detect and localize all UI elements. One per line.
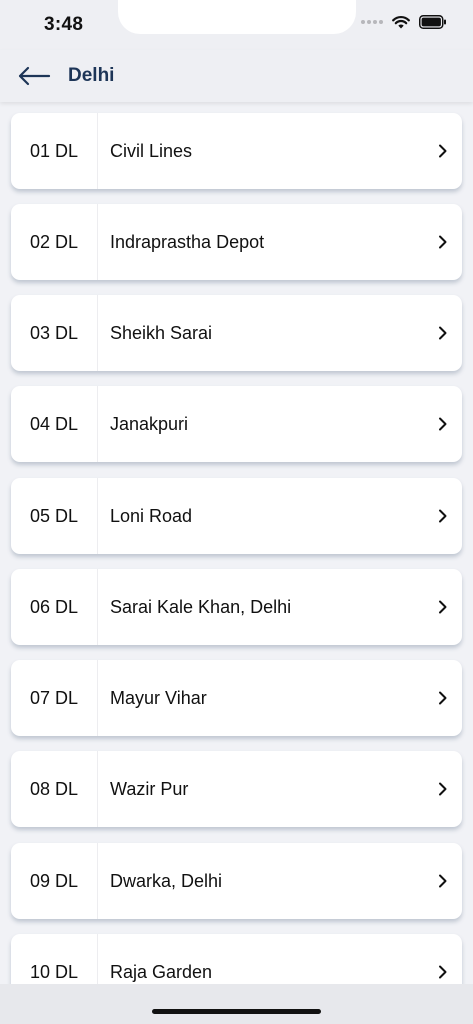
item-code: 01 DL [11,113,98,189]
item-code: 08 DL [11,751,98,827]
list-item[interactable]: 03 DL Sheikh Sarai [11,295,462,371]
chevron-right-icon [439,691,447,705]
chevron-right-icon [439,235,447,249]
wifi-icon [392,16,410,29]
nav-header: Delhi [0,50,473,102]
bottom-safe-area [0,984,473,1024]
item-name: Sheikh Sarai [110,322,213,343]
item-code: 04 DL [11,386,98,462]
chevron-right-icon [439,144,447,158]
item-code: 09 DL [11,843,98,919]
item-code: 07 DL [11,660,98,736]
chevron-right-icon [439,782,447,796]
chevron-right-icon [439,417,447,431]
status-bar: 3:48 [0,0,473,50]
notch [118,0,356,34]
chevron-right-icon [439,509,447,523]
home-indicator[interactable] [152,1009,321,1014]
item-name: Mayur Vihar [110,687,207,708]
item-name: Janakpuri [110,413,189,434]
status-time: 3:48 [44,14,84,35]
list-item[interactable]: 04 DL Janakpuri [11,386,462,462]
item-code: 02 DL [11,204,98,280]
item-name: Indraprastha Depot [110,231,265,252]
item-code: 03 DL [11,295,98,371]
chevron-right-icon [439,326,447,340]
chevron-right-icon [439,600,447,614]
list-item[interactable]: 01 DL Civil Lines [11,113,462,189]
list-item[interactable]: 06 DL Sarai Kale Khan, Delhi [11,569,462,645]
item-name: Loni Road [110,505,193,526]
list-item[interactable]: 02 DL Indraprastha Depot [11,204,462,280]
list-item[interactable]: 10 DL Raja Garden [11,934,462,984]
list-item[interactable]: 07 DL Mayur Vihar [11,660,462,736]
item-name: Wazir Pur [110,778,189,799]
list-item[interactable]: 09 DL Dwarka, Delhi [11,843,462,919]
list-item[interactable]: 08 DL Wazir Pur [11,751,462,827]
chevron-right-icon [439,965,447,979]
item-code: 06 DL [11,569,98,645]
battery-icon [419,15,446,29]
item-code: 05 DL [11,478,98,554]
item-name: Raja Garden [110,961,213,982]
item-name: Sarai Kale Khan, Delhi [110,596,292,617]
chevron-right-icon [439,874,447,888]
item-name: Dwarka, Delhi [110,870,223,891]
status-icons [361,15,447,29]
signal-icon [361,20,383,24]
list-item[interactable]: 05 DL Loni Road [11,478,462,554]
arrow-left-icon[interactable] [17,64,51,88]
page-title: Delhi [68,65,115,86]
item-code: 10 DL [11,934,98,984]
item-name: Civil Lines [110,140,193,161]
rto-list[interactable]: 01 DL Civil Lines 02 DL Indraprastha Dep… [0,102,473,984]
